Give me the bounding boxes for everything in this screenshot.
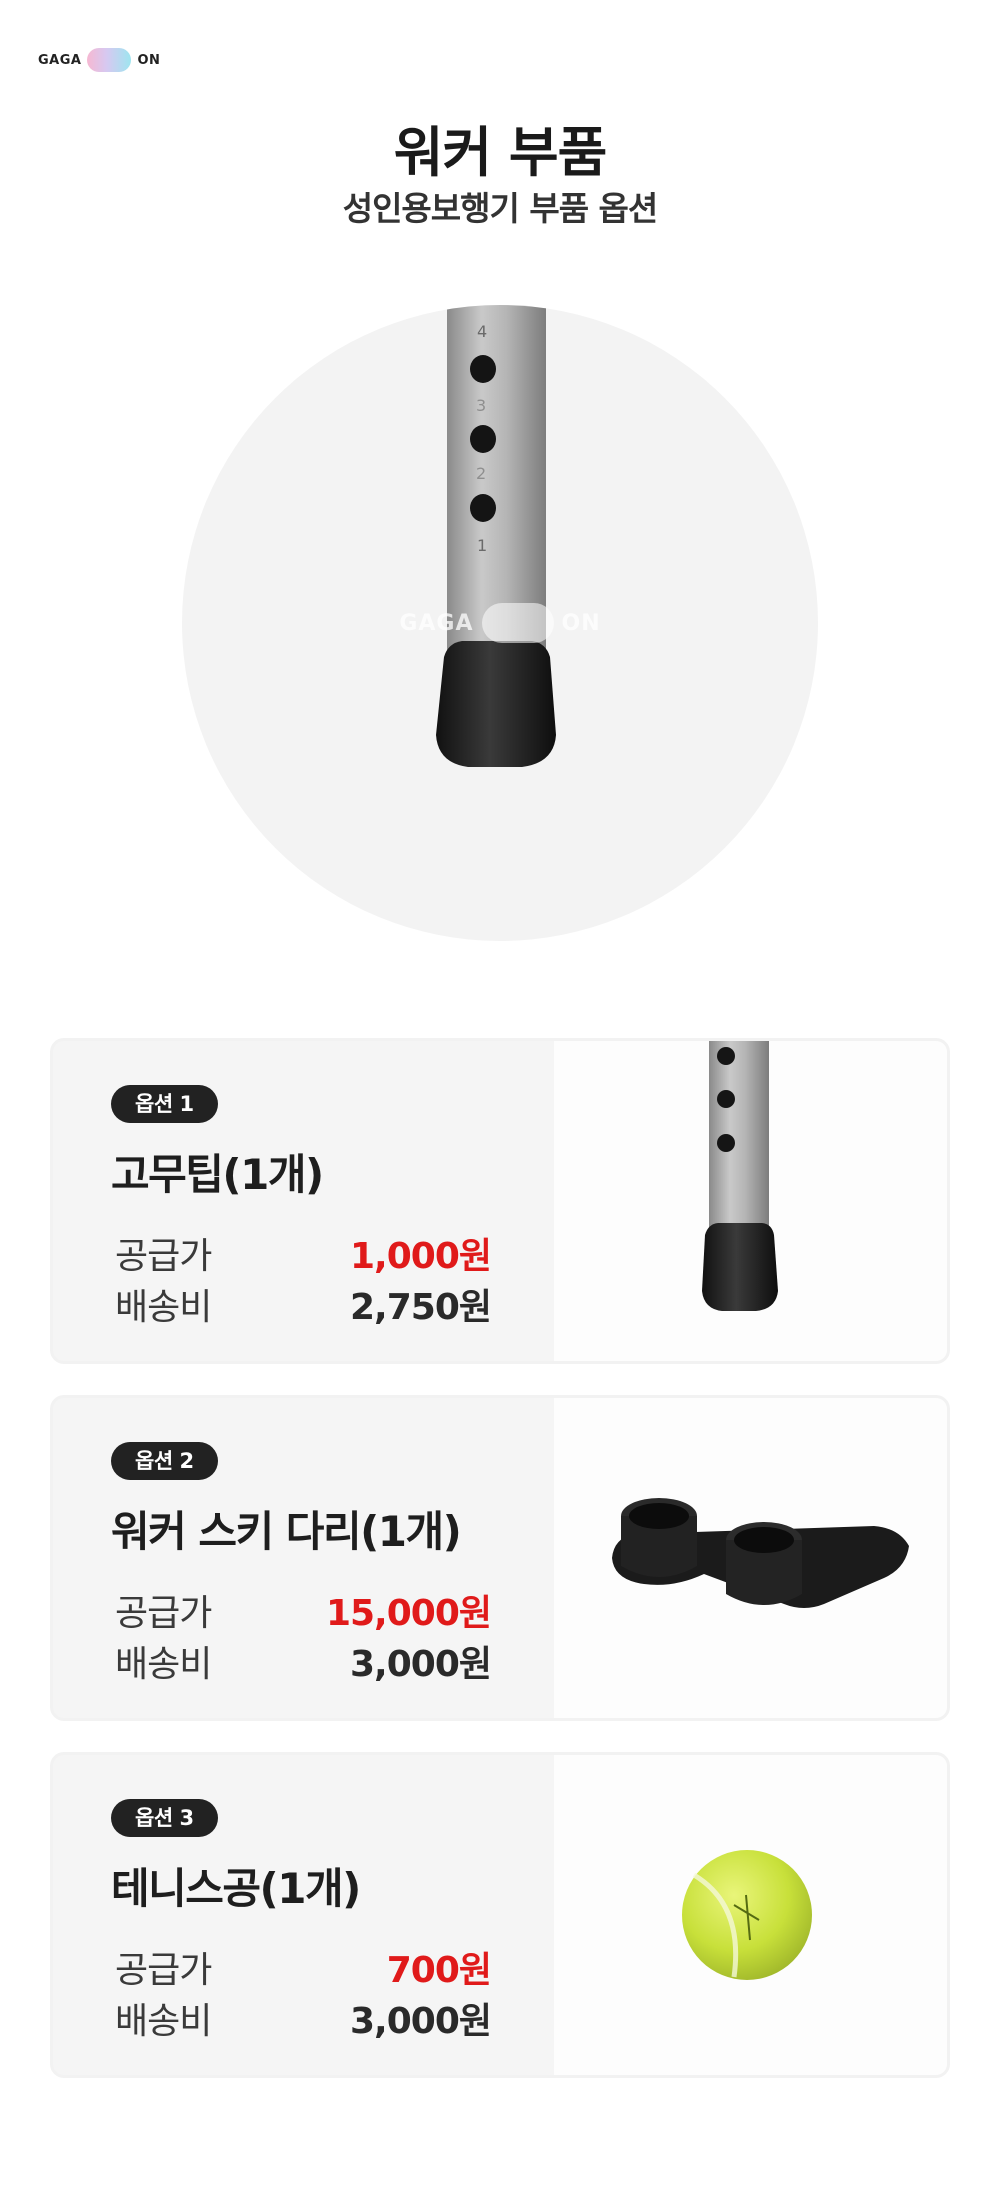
shipping-fee-row: 배송비 3,000원 bbox=[115, 1635, 492, 1687]
option-badge: 옵션 2 bbox=[111, 1442, 218, 1480]
option-badge: 옵션 3 bbox=[111, 1799, 218, 1837]
brand-logo: GAGA ON bbox=[38, 48, 160, 72]
option-name: 테니스공(1개) bbox=[111, 1864, 361, 1913]
option-card-1[interactable]: 옵션 1 고무팁(1개) 공급가 1,000원 배송비 2,750원 bbox=[50, 1038, 950, 1364]
shipping-fee-label: 배송비 bbox=[115, 1287, 212, 1328]
shipping-fee-value: 3,000원 bbox=[350, 2001, 492, 2042]
shipping-fee-label: 배송비 bbox=[115, 2001, 212, 2042]
option-card-3[interactable]: 옵션 3 테니스공(1개) 공급가 700원 배송비 3,000원 bbox=[50, 1752, 950, 2078]
supply-price-value: 1,000원 bbox=[350, 1236, 492, 1277]
logo-text-left: GAGA bbox=[38, 52, 82, 68]
shipping-fee-label: 배송비 bbox=[115, 1644, 212, 1685]
supply-price-value: 700원 bbox=[386, 1950, 492, 1991]
tube-number-1: 1 bbox=[477, 536, 487, 555]
watermark: GAGA ON bbox=[182, 603, 818, 643]
shipping-fee-value: 3,000원 bbox=[350, 1644, 492, 1685]
supply-price-label: 공급가 bbox=[115, 1950, 212, 1991]
shipping-fee-row: 배송비 3,000원 bbox=[115, 1992, 492, 2044]
supply-price-row: 공급가 700원 bbox=[115, 1941, 492, 1993]
tube-number-4: 4 bbox=[477, 322, 487, 341]
shipping-fee-row: 배송비 2,750원 bbox=[115, 1278, 492, 1330]
option-card-2[interactable]: 옵션 2 워커 스키 다리(1개) 공급가 15,000원 배송비 3,000원 bbox=[50, 1395, 950, 1721]
logo-pill-icon bbox=[87, 48, 132, 72]
logo-text-right: ON bbox=[137, 52, 161, 68]
walker-ski-glide-photo bbox=[554, 1398, 947, 1718]
supply-price-row: 공급가 15,000원 bbox=[115, 1584, 492, 1636]
tennis-ball-photo bbox=[554, 1755, 947, 2075]
watermark-pill-icon bbox=[481, 603, 554, 643]
supply-price-row: 공급가 1,000원 bbox=[115, 1227, 492, 1279]
option-name: 고무팁(1개) bbox=[111, 1150, 324, 1199]
supply-price-value: 15,000원 bbox=[325, 1593, 492, 1634]
page-title: 워커 부품 bbox=[393, 121, 608, 184]
tube-number-2: 2 bbox=[476, 464, 486, 483]
supply-price-label: 공급가 bbox=[115, 1236, 212, 1277]
option-name: 워커 스키 다리(1개) bbox=[111, 1507, 462, 1556]
watermark-text-left: GAGA bbox=[399, 610, 474, 636]
page-subtitle: 성인용보행기 부품 옵션 bbox=[342, 189, 659, 228]
supply-price-label: 공급가 bbox=[115, 1593, 212, 1634]
tube-number-3: 3 bbox=[476, 396, 486, 415]
hero-product-image: 4 3 2 1 GAGA ON bbox=[182, 305, 818, 941]
option-badge: 옵션 1 bbox=[111, 1085, 218, 1123]
rubber-tip-photo bbox=[554, 1041, 947, 1361]
shipping-fee-value: 2,750원 bbox=[350, 1287, 492, 1328]
watermark-text-right: ON bbox=[561, 610, 601, 636]
